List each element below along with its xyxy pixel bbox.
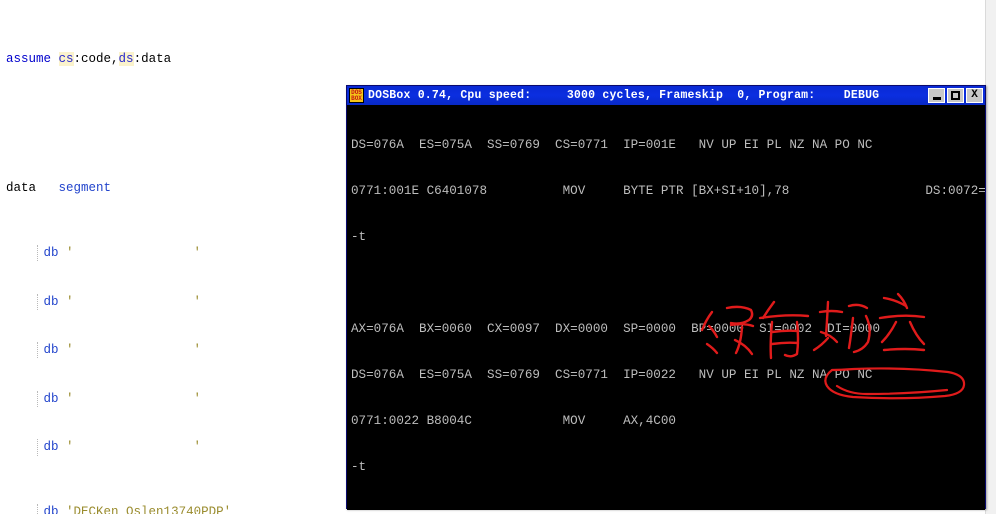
token-assume: assume <box>6 51 59 66</box>
token-ds: ds <box>118 51 134 66</box>
console-line: -t <box>351 229 367 244</box>
token-cs: cs <box>58 51 74 66</box>
dosbox-console[interactable]: DS=076A ES=075A SS=0769 CS=0771 IP=001E … <box>347 105 985 510</box>
data-string-literal: DECKen Oslen13740PDP <box>73 505 224 514</box>
screen-root: assume cs:code,ds:data data segment db '… <box>0 0 996 514</box>
indent-guide <box>37 342 39 359</box>
indent-guide <box>37 293 39 310</box>
close-icon: X <box>971 89 978 101</box>
indent-guide <box>37 439 39 456</box>
token-segment: segment <box>58 181 112 196</box>
console-line: 0771:0022 B8004C MOV AX,4C00 <box>351 413 676 428</box>
dosbox-window[interactable]: DOS BOX DOSBox 0.74, Cpu speed: 3000 cyc… <box>346 85 986 510</box>
indent-guide <box>37 245 39 262</box>
code-line[interactable]: assume cs:code,ds:data <box>0 51 996 67</box>
console-line: AX=076A BX=0060 CX=0097 DX=0000 SP=0000 … <box>351 321 881 336</box>
icon-line-2: BOX <box>351 94 362 102</box>
editor-right-gutter <box>985 0 996 514</box>
console-line: DS=076A ES=075A SS=0769 CS=0771 IP=001E … <box>351 137 873 152</box>
minimize-button[interactable] <box>928 88 945 103</box>
dosbox-titlebar[interactable]: DOS BOX DOSBox 0.74, Cpu speed: 3000 cyc… <box>347 86 985 105</box>
maximize-button[interactable] <box>947 88 964 103</box>
console-line: -t <box>351 459 367 474</box>
console-line: 0771:001E C6401078 MOV BYTE PTR [BX+SI+1… <box>351 183 985 198</box>
minimize-icon <box>932 97 941 100</box>
indent-guide <box>37 504 39 514</box>
close-button[interactable]: X <box>966 88 983 103</box>
dosbox-app-icon: DOS BOX <box>349 88 364 103</box>
console-line: DS=076A ES=075A SS=0769 CS=0771 IP=0022 … <box>351 367 873 382</box>
maximize-icon <box>951 91 960 100</box>
indent-guide <box>37 390 39 407</box>
dosbox-title-text: DOSBox 0.74, Cpu speed: 3000 cycles, Fra… <box>368 89 880 102</box>
